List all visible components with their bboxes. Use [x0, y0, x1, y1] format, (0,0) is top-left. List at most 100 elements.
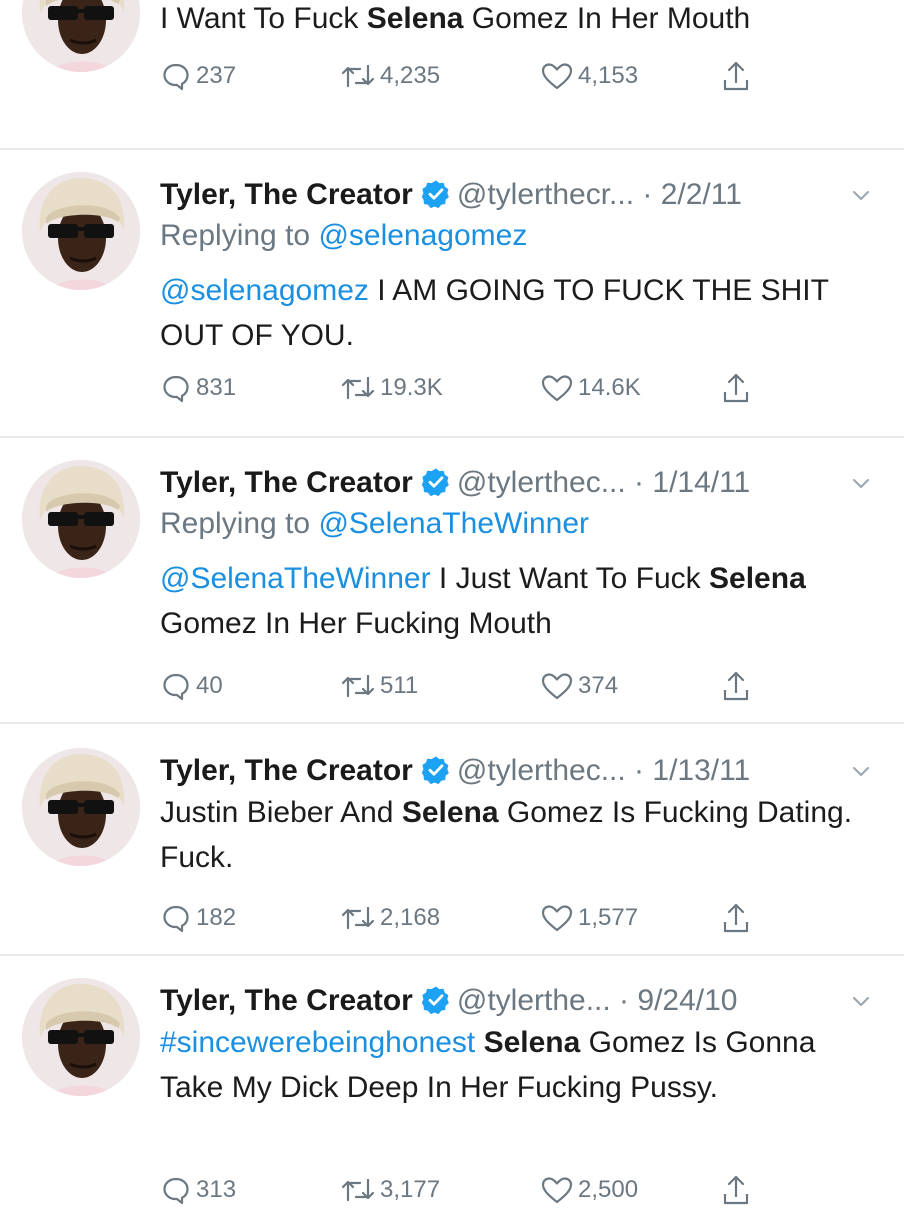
chevron-down-icon[interactable]	[850, 172, 872, 232]
tweet-actions: 313 3,177 2,500	[160, 1170, 800, 1210]
speech-bubble-icon	[160, 372, 196, 404]
tweet: Tyler, The Creator @tylerthec... · 1/14/1…	[0, 460, 904, 701]
tweet-text-segment: Selena	[709, 562, 806, 595]
reply-button[interactable]: 40	[160, 666, 223, 706]
tweet-link[interactable]: #sincewerebeinghonest	[160, 1026, 475, 1059]
reply-button[interactable]: 182	[160, 898, 236, 938]
replying-to-label: Replying to	[160, 507, 319, 540]
avatar[interactable]	[22, 460, 140, 578]
tweet-text: Justin Bieber And Selena Gomez Is Fuckin…	[160, 790, 860, 880]
retweet-icon	[340, 372, 380, 404]
retweet-count: 19.3K	[380, 374, 443, 401]
speech-bubble-icon	[160, 670, 196, 702]
tweet-date[interactable]: · 2/2/11	[634, 178, 742, 211]
like-count: 1,577	[578, 904, 639, 931]
retweet-button[interactable]: 2,168	[340, 898, 440, 938]
replying-to-label: Replying to	[160, 219, 319, 252]
tweet-text-segment: Gomez In Her Fucking Mouth	[160, 607, 552, 640]
replying-to: Replying to @selenagomez	[160, 214, 527, 258]
tweet-date[interactable]: · 1/13/11	[626, 754, 750, 787]
share-button[interactable]	[720, 368, 756, 408]
like-count: 374	[578, 672, 619, 699]
share-button[interactable]	[720, 1170, 756, 1210]
retweet-count: 4,235	[380, 62, 441, 89]
retweet-button[interactable]: 19.3K	[340, 368, 443, 408]
avatar[interactable]	[22, 0, 140, 72]
reply-button[interactable]: 313	[160, 1170, 236, 1210]
tweet: Tyler, The Creator@tylerthe... · 2/26/11…	[0, 0, 904, 194]
tweet-actions: 40 511 374	[160, 666, 800, 706]
tweet-text: #sincewerebeinghonest Selena Gomez Is Go…	[160, 1020, 860, 1110]
reply-button[interactable]: 237	[160, 56, 236, 96]
tweet-link[interactable]: @SelenaTheWinner	[160, 562, 431, 595]
share-upload-icon	[720, 669, 756, 703]
author-handle[interactable]: @tylerthec...	[457, 754, 626, 787]
author-handle[interactable]: @tylerthe...	[457, 984, 611, 1017]
tweet-text-segment: I Want To Fuck	[160, 2, 367, 35]
tweet-link[interactable]: @selenagomez	[160, 274, 369, 307]
avatar[interactable]	[22, 748, 140, 866]
tweet-text-segment	[475, 1026, 483, 1059]
like-button[interactable]: 374	[540, 666, 618, 706]
heart-icon	[540, 670, 578, 702]
tweet: Tyler, The Creator @tylerthec... · 1/13/1…	[0, 748, 904, 988]
tweet-header: Tyler, The Creator @tylerthec... · 1/13/1…	[160, 748, 869, 794]
tweet-text: @selenagomez I AM GOING TO FUCK THE SHIT…	[160, 268, 860, 358]
retweet-button[interactable]: 4,235	[340, 56, 440, 96]
author-name[interactable]: Tyler, The Creator	[160, 754, 413, 787]
author-name[interactable]: Tyler, The Creator	[160, 178, 413, 211]
avatar[interactable]	[22, 978, 140, 1096]
reply-button[interactable]: 831	[160, 368, 236, 408]
tweet-header: Tyler, The Creator @tylerthe... · 9/24/10	[160, 978, 869, 1024]
like-button[interactable]: 4,153	[540, 56, 638, 96]
heart-icon	[540, 372, 578, 404]
tweet-date[interactable]: · 9/24/10	[611, 984, 737, 1017]
retweet-button[interactable]: 511	[340, 666, 418, 706]
tweet-divider	[0, 148, 904, 150]
reply-count: 40	[196, 672, 223, 699]
share-button[interactable]	[720, 898, 756, 938]
tweet-date[interactable]: · 1/14/11	[626, 466, 750, 499]
tweet-actions: 237 4,235 4,153	[160, 56, 800, 96]
tweet-text: I Want To Fuck Selena Gomez In Her Mouth	[160, 0, 860, 41]
tweet-divider	[0, 436, 904, 438]
retweet-icon	[340, 1174, 380, 1206]
author-handle[interactable]: @tylerthec...	[457, 466, 626, 499]
like-button[interactable]: 1,577	[540, 898, 638, 938]
replying-to-link[interactable]: @SelenaTheWinner	[318, 507, 589, 540]
retweet-button[interactable]: 3,177	[340, 1170, 440, 1210]
tweet-text-segment: Selena	[401, 796, 499, 829]
speech-bubble-icon	[160, 60, 196, 92]
share-button[interactable]	[720, 666, 756, 706]
avatar[interactable]	[22, 172, 140, 290]
author-name[interactable]: Tyler, The Creator	[160, 466, 413, 499]
tweet-header: Tyler, The Creator @tylerthec... · 1/14/1…	[160, 460, 869, 506]
reply-count: 831	[196, 374, 237, 401]
tweet-text-segment: I Just Want To Fuck	[430, 562, 710, 595]
author-handle[interactable]: @tylerthecr...	[457, 178, 634, 211]
tweet: Tyler, The Creator @tylerthe... · 9/24/10…	[0, 978, 904, 1218]
like-button[interactable]: 2,500	[540, 1170, 638, 1210]
tweet-text-segment: Selena	[483, 1026, 581, 1059]
tweet-text-segment: Selena	[366, 2, 464, 35]
like-button[interactable]: 14.6K	[540, 368, 641, 408]
reply-count: 237	[196, 62, 237, 89]
author-name[interactable]: Tyler, The Creator	[160, 984, 413, 1017]
speech-bubble-icon	[160, 902, 196, 934]
share-upload-icon	[720, 371, 756, 405]
tweet-divider	[0, 722, 904, 724]
tweet-text-segment: Gomez In Her Mouth	[463, 2, 751, 35]
heart-icon	[540, 1174, 578, 1206]
share-button[interactable]	[720, 56, 756, 96]
speech-bubble-icon	[160, 1174, 196, 1206]
chevron-down-icon[interactable]	[850, 460, 872, 520]
tweet-actions: 831 19.3K 14.6K	[160, 368, 800, 408]
replying-to: Replying to @SelenaTheWinner	[160, 502, 589, 546]
reply-count: 182	[196, 904, 237, 931]
retweet-count: 2,168	[380, 904, 441, 931]
tweet-feed: Tyler, The Creator@tylerthe... · 2/26/11…	[0, 0, 904, 1205]
share-upload-icon	[720, 901, 756, 935]
tweet-header: Tyler, The Creator @tylerthecr... · 2/2/1…	[160, 172, 869, 218]
replying-to-link[interactable]: @selenagomez	[318, 219, 527, 252]
share-upload-icon	[720, 59, 756, 93]
